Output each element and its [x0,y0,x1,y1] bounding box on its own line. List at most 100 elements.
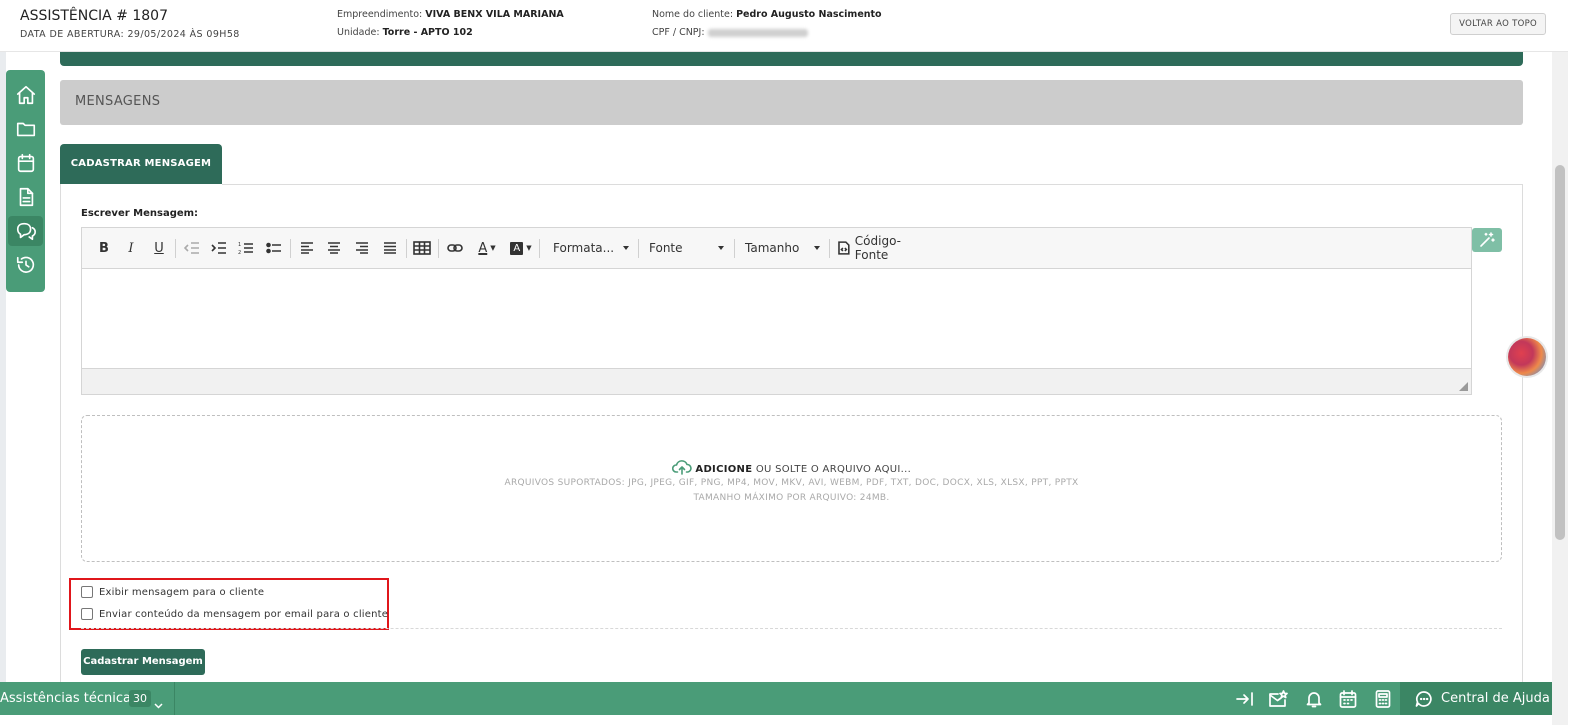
underline-button[interactable]: U [151,238,167,258]
ai-magic-button[interactable] [1472,228,1502,252]
help-center-button[interactable]: Central de Ajuda [1400,682,1552,715]
table-button[interactable] [412,238,432,258]
dropzone-drop-text: OU SOLTE O ARQUIVO AQUI... [752,464,912,475]
max-size-text: TAMANHO MÁXIMO POR ARQUIVO: 24MB. [693,493,890,503]
editor-toolbar: B I U 12 A ▼ A ▼ Formata... Fonte Tamanh… [82,228,1471,269]
toolbar-separator [438,239,439,258]
client-info: Nome do cliente: Pedro Augusto Nasciment… [652,9,882,38]
previous-section-bar [60,52,1523,66]
tab-register-message[interactable]: CADASTRAR MENSAGEM [60,144,222,184]
indent-icon [211,242,226,254]
chevron-down-icon: ▼ [526,244,532,252]
bold-button[interactable]: B [96,238,112,258]
help-center-label: Central de Ajuda [1441,691,1550,706]
justify-button[interactable] [381,238,399,258]
send-email-checkbox[interactable] [81,608,93,620]
size-dropdown[interactable]: Tamanho [745,238,820,258]
editor-status-bar [82,368,1471,394]
document-icon [19,187,33,207]
font-color-icon: A [478,240,488,256]
nav-history[interactable] [8,250,43,280]
notifications-button[interactable] [1304,689,1324,709]
font-dropdown[interactable]: Fonte [649,238,724,258]
toolbar-separator [734,239,735,258]
ordered-list-button[interactable]: 12 [237,238,255,258]
bell-icon [1306,692,1322,708]
align-left-icon [301,242,313,254]
font-color-button[interactable]: A ▼ [474,238,500,258]
bullet-list-button[interactable] [265,238,283,258]
svg-text:2: 2 [238,250,241,255]
messages-section-header[interactable]: MENSAGENS [60,80,1523,125]
justify-icon [384,242,396,254]
send-email-label: Enviar conteúdo da mensagem por email pa… [99,608,389,620]
outdent-button[interactable] [183,238,201,258]
assistant-bubble-icon[interactable] [1508,338,1546,376]
dropzone-add-text: ADICIONE [695,464,753,475]
source-code-button[interactable]: Código-Fonte [838,234,933,262]
show-to-client-label: Exibir mensagem para o cliente [99,586,265,598]
panel-border [222,184,1523,185]
section-title: MENSAGENS [75,94,161,109]
client-name: Pedro Augusto Nascimento [736,9,882,20]
link-button[interactable] [445,238,465,258]
nav-messages[interactable] [8,216,43,246]
calendar-icon [17,153,34,173]
divider [81,628,1502,629]
link-icon [447,244,463,252]
align-center-button[interactable] [325,238,343,258]
chevron-down-icon: ▼ [490,244,496,252]
arrow-to-right-icon [1236,692,1253,706]
page-header: ASSISTÊNCIA # 1807 DATA DE ABERTURA: 29/… [0,0,1568,52]
table-icon [413,241,431,255]
calendar-button[interactable] [1338,689,1358,709]
chevron-down-icon[interactable] [154,694,163,713]
ordered-list-icon: 12 [238,242,253,255]
nav-home[interactable] [8,80,43,110]
nav-calendar[interactable] [8,148,43,178]
indent-button[interactable] [210,238,228,258]
format-dropdown[interactable]: Formata... [553,238,629,258]
svg-text:1: 1 [238,242,241,248]
align-center-icon [328,242,340,254]
magic-wand-icon [1480,232,1495,247]
resize-handle[interactable] [1459,382,1468,391]
side-nav [6,70,45,292]
toolbar-separator [290,239,291,258]
show-to-client-checkbox[interactable] [81,586,93,598]
chevron-down-icon [718,246,724,250]
source-code-label: Código-Fonte [854,234,901,262]
toolbar-separator [638,239,639,258]
italic-button[interactable]: I [123,238,139,258]
align-right-button[interactable] [353,238,371,258]
nav-files[interactable] [8,114,43,144]
source-code-icon [838,241,850,255]
toolbar-separator [175,239,176,258]
opening-date: DATA DE ABERTURA: 29/05/2024 ÀS 09H58 [20,29,240,40]
chat-support-icon [1414,689,1434,709]
collapse-right-button[interactable] [1235,689,1255,709]
cpf-redacted [707,28,808,37]
submit-message-button[interactable]: Cadastrar Mensagem [81,649,205,675]
send-email-option: Enviar conteúdo da mensagem por email pa… [81,606,388,622]
page-scrollbar[interactable] [1552,0,1568,725]
mail-star-button[interactable] [1268,689,1288,709]
bottom-bar-title[interactable]: Assistências técnicas [0,691,138,706]
message-text-area[interactable] [82,269,1471,369]
align-right-icon [356,242,368,254]
toolbar-separator [406,239,407,258]
page-title: ASSISTÊNCIA # 1807 [20,8,168,24]
rich-text-editor: B I U 12 A ▼ A ▼ Formata... Fonte Tamanh… [81,227,1472,395]
nav-documents[interactable] [8,182,43,212]
outdent-icon [184,242,199,254]
file-dropzone[interactable]: ADICIONE OU SOLTE O ARQUIVO AQUI... ARQU… [81,415,1502,562]
font-dropdown-label: Fonte [649,241,683,255]
align-left-button[interactable] [298,238,316,258]
scrollbar-thumb[interactable] [1555,165,1565,540]
toolbar-separator [539,239,540,258]
back-to-top-button[interactable]: VOLTAR AO TOPO [1450,13,1546,35]
write-message-label: Escrever Mensagem: [81,208,199,219]
folder-icon [16,122,35,137]
calculator-button[interactable] [1373,689,1393,709]
background-color-button[interactable]: A ▼ [508,238,534,258]
